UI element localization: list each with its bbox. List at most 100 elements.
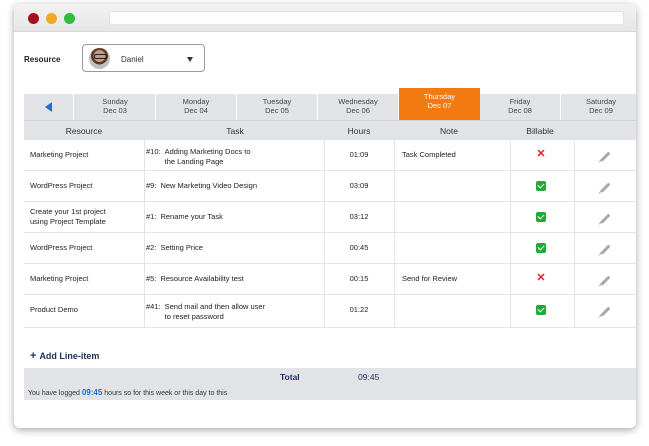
resource-selected-name: Daniel xyxy=(121,55,144,64)
logged-hours-value: 09:45 xyxy=(81,388,103,397)
chevron-down-icon xyxy=(187,57,193,62)
checkmark-icon[interactable] xyxy=(536,212,546,222)
table-row[interactable]: WordPress Project #2: Setting Price 00:45 xyxy=(24,233,636,264)
day-tab-friday[interactable]: Friday Dec 08 xyxy=(480,94,561,120)
hours-cell[interactable]: 03:09 xyxy=(324,171,394,201)
address-bar[interactable] xyxy=(109,11,624,25)
note-cell[interactable]: Task Completed xyxy=(402,140,512,170)
day-date: Dec 04 xyxy=(184,105,208,115)
resource-cell: WordPress Project xyxy=(30,181,93,190)
column-header-billable: Billable xyxy=(526,126,554,136)
day-selector: Sunday Dec 03 Monday Dec 04 Tuesday Dec 05 Wed… xyxy=(24,88,636,120)
hours-cell[interactable]: 00:45 xyxy=(324,233,394,263)
plus-icon: + xyxy=(30,350,37,362)
arrow-left-icon xyxy=(45,102,52,112)
column-header-resource: Resource xyxy=(65,126,103,136)
close-window-button[interactable] xyxy=(28,13,39,24)
logged-suffix: hours so for this week or this day to th… xyxy=(104,390,228,397)
note-cell[interactable] xyxy=(402,202,512,232)
table-header: Resource Task Hours Note Billable xyxy=(24,120,636,140)
table-row[interactable]: Product Demo #41: Send mail and then allow… xyxy=(24,295,636,328)
day-date: Dec 06 xyxy=(346,105,370,115)
note-cell[interactable] xyxy=(402,295,512,327)
column-header-task: Task xyxy=(226,126,244,136)
column-divider xyxy=(144,140,145,170)
checkmark-icon[interactable] xyxy=(536,243,546,253)
task-ref: #1: xyxy=(146,212,157,221)
task-ref: #5: xyxy=(146,274,157,283)
cross-icon[interactable]: ✕ xyxy=(536,148,545,160)
billable-cell[interactable]: ✕ xyxy=(510,264,572,294)
checkmark-icon[interactable] xyxy=(536,181,546,191)
column-divider xyxy=(144,264,145,294)
hours-cell[interactable]: 00:15 xyxy=(324,264,394,294)
column-divider xyxy=(394,140,395,170)
table-row[interactable]: Create your 1st project using Project Te… xyxy=(24,202,636,233)
previous-week-button[interactable] xyxy=(24,94,74,120)
column-divider xyxy=(144,295,145,327)
total-label: Total xyxy=(280,372,300,382)
note-cell[interactable]: Send for Review xyxy=(402,264,512,294)
task-name: Rename your Task xyxy=(160,212,223,221)
edit-pencil-icon[interactable] xyxy=(600,244,610,255)
edit-cell[interactable] xyxy=(574,233,636,263)
note-cell[interactable] xyxy=(402,171,512,201)
cross-icon[interactable]: ✕ xyxy=(536,272,545,284)
edit-pencil-icon[interactable] xyxy=(600,182,610,193)
hours-cell[interactable]: 01:22 xyxy=(324,295,394,327)
task-ref: #10: xyxy=(146,147,161,156)
edit-pencil-icon[interactable] xyxy=(600,151,610,162)
edit-cell[interactable] xyxy=(574,171,636,201)
task-ref: #2: xyxy=(146,243,157,252)
day-date: Dec 03 xyxy=(103,105,127,115)
task-ref: #41: xyxy=(146,302,161,311)
edit-cell[interactable] xyxy=(574,264,636,294)
task-ref: #9: xyxy=(146,181,157,190)
edit-pencil-icon[interactable] xyxy=(600,213,610,224)
column-divider xyxy=(394,264,395,294)
table-row[interactable]: WordPress Project #9: New Marketing Video … xyxy=(24,171,636,202)
column-divider xyxy=(394,171,395,201)
day-tab-monday[interactable]: Monday Dec 04 xyxy=(156,94,237,120)
edit-pencil-icon[interactable] xyxy=(600,275,610,286)
task-name: Resource Availability test xyxy=(160,274,244,283)
totals-footer: Total 09:45 You have logged 09:45 hours … xyxy=(24,368,636,400)
table-row[interactable]: Marketing Project #5: Resource Availabilit… xyxy=(24,264,636,295)
edit-cell[interactable] xyxy=(574,295,636,327)
hours-cell[interactable]: 01:09 xyxy=(324,140,394,170)
column-header-hours: Hours xyxy=(347,126,371,136)
day-date: Dec 05 xyxy=(265,105,289,115)
minimize-window-button[interactable] xyxy=(46,13,57,24)
billable-cell[interactable] xyxy=(510,295,572,327)
column-header-note: Note xyxy=(440,126,458,136)
day-tab-wednesday[interactable]: Wednesday Dec 06 xyxy=(318,94,399,120)
edit-cell[interactable] xyxy=(574,202,636,232)
add-line-item-label: Add Line-item xyxy=(39,351,100,361)
day-tab-sunday[interactable]: Sunday Dec 03 xyxy=(75,94,156,120)
edit-pencil-icon[interactable] xyxy=(600,306,610,317)
note-cell[interactable] xyxy=(402,233,512,263)
task-name: New Marketing Video Design xyxy=(160,181,258,190)
checkmark-icon[interactable] xyxy=(536,305,546,315)
day-tab-tuesday[interactable]: Tuesday Dec 05 xyxy=(237,94,318,120)
billable-cell[interactable] xyxy=(510,171,572,201)
day-date: Dec 08 xyxy=(508,105,532,115)
resource-cell: WordPress Project xyxy=(30,243,93,252)
add-line-item-button[interactable]: + Add Line-item xyxy=(30,350,99,362)
edit-cell[interactable] xyxy=(574,140,636,170)
day-tab-thursday[interactable]: Thursday Dec 07 xyxy=(399,88,480,120)
avatar xyxy=(89,48,110,69)
table-row[interactable]: Marketing Project #10: Adding Marketing Do… xyxy=(24,140,636,171)
billable-cell[interactable]: ✕ xyxy=(510,140,572,170)
billable-cell[interactable] xyxy=(510,233,572,263)
maximize-window-button[interactable] xyxy=(64,13,75,24)
resource-label: Resource xyxy=(24,55,61,64)
billable-cell[interactable] xyxy=(510,202,572,232)
day-date: Dec 07 xyxy=(427,100,452,110)
resource-select[interactable]: Daniel xyxy=(82,44,205,72)
day-tab-saturday[interactable]: Saturday Dec 09 xyxy=(561,94,636,120)
hours-cell[interactable]: 03:12 xyxy=(324,202,394,232)
task-name: Adding Marketing Docs to the Landing Pag… xyxy=(164,147,251,166)
column-divider xyxy=(144,233,145,263)
total-value: 09:45 xyxy=(358,372,380,382)
